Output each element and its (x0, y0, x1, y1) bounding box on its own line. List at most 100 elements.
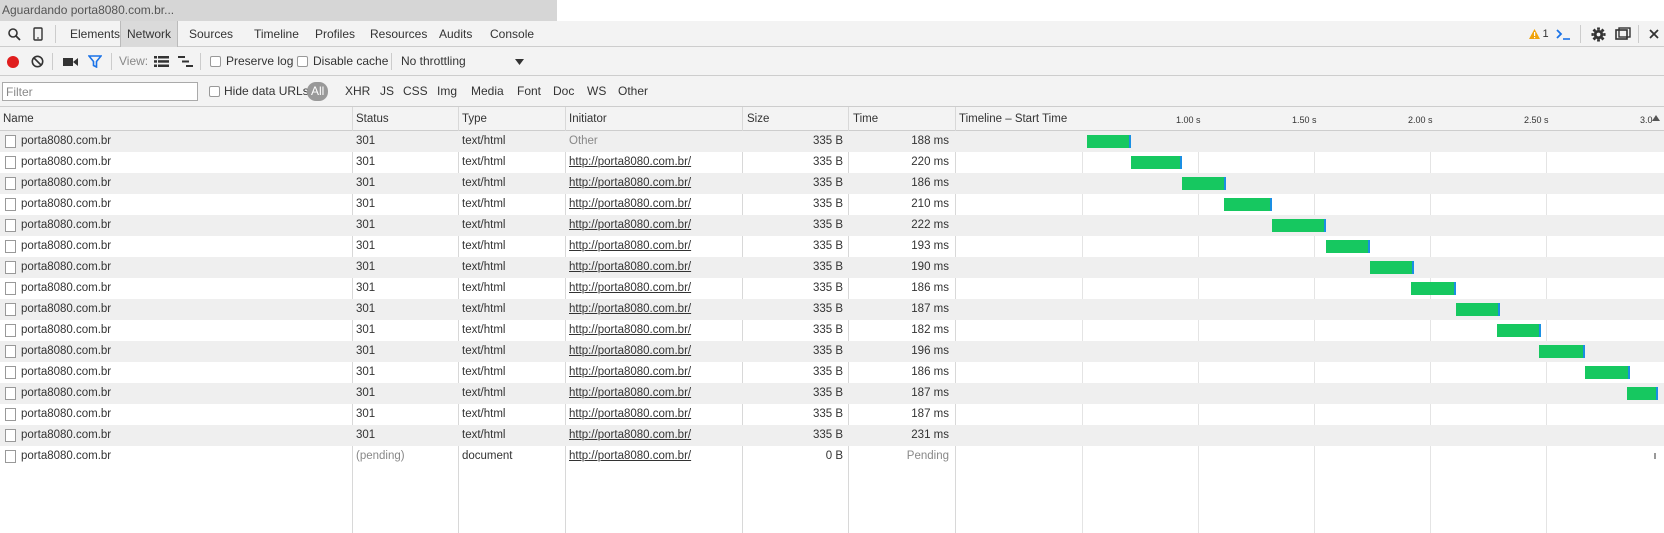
request-name: porta8080.com.br (21, 177, 112, 189)
initiator-link[interactable]: http://porta8080.com.br/ (569, 240, 691, 252)
column-header-initiator[interactable]: Initiator (566, 107, 607, 131)
hide-data-urls-checkbox[interactable] (209, 86, 220, 97)
capture-screenshots-camera-icon[interactable] (61, 47, 79, 76)
initiator-link[interactable]: http://porta8080.com.br/ (569, 177, 691, 189)
large-rows-list-icon[interactable] (152, 47, 170, 76)
filter-type-js[interactable]: JS (380, 76, 394, 107)
timeline-bar[interactable] (1497, 324, 1542, 337)
request-row[interactable]: porta8080.com.br 301 text/html http://porta… (0, 404, 1664, 425)
request-row[interactable]: porta8080.com.br 301 text/html http://porta… (0, 299, 1664, 320)
timeline-bar[interactable] (1130, 156, 1182, 169)
warning-indicator[interactable]: 1 (1528, 21, 1550, 47)
request-row[interactable]: porta8080.com.br 301 text/html http://porta… (0, 383, 1664, 404)
initiator-link[interactable]: http://porta8080.com.br/ (569, 156, 691, 168)
timeline-bar[interactable] (1369, 261, 1414, 274)
initiator-link[interactable]: http://porta8080.com.br/ (569, 429, 691, 441)
settings-gear-icon[interactable] (1587, 21, 1609, 47)
request-row[interactable]: porta8080.com.br 301 text/html http://porta… (0, 215, 1664, 236)
filter-type-xhr[interactable]: XHR (345, 76, 370, 107)
request-row[interactable]: porta8080.com.br 301 text/html http://porta… (0, 278, 1664, 299)
clear-icon[interactable] (28, 47, 46, 76)
tab-sources[interactable]: Sources (183, 21, 239, 47)
initiator-link[interactable]: http://porta8080.com.br/ (569, 198, 691, 210)
tab-profiles[interactable]: Profiles (309, 21, 361, 47)
close-icon[interactable] (1646, 21, 1662, 47)
filter-type-ws[interactable]: WS (587, 76, 606, 107)
document-icon (5, 345, 16, 358)
timeline-bar[interactable] (1455, 303, 1500, 316)
request-row[interactable]: porta8080.com.br 301 text/html http://porta… (0, 152, 1664, 173)
initiator-link[interactable]: http://porta8080.com.br/ (569, 303, 691, 315)
tab-console[interactable]: Console (484, 21, 540, 47)
initiator-link[interactable]: http://porta8080.com.br/ (569, 345, 691, 357)
filter-type-font[interactable]: Font (517, 76, 541, 107)
request-row[interactable]: porta8080.com.br 301 text/html http://porta… (0, 320, 1664, 341)
initiator-link[interactable]: http://porta8080.com.br/ (569, 408, 691, 420)
document-icon (5, 156, 16, 169)
column-header-type[interactable]: Type (459, 107, 487, 131)
request-row[interactable]: porta8080.com.br 301 text/html http://porta… (0, 425, 1664, 446)
request-row[interactable]: porta8080.com.br 301 text/html Other 335 B 18… (0, 131, 1664, 152)
tab-timeline[interactable]: Timeline (248, 21, 305, 47)
column-header-timeline[interactable]: Timeline – Start Time (956, 107, 1067, 131)
timeline-bar[interactable] (1223, 198, 1273, 211)
filter-type-doc[interactable]: Doc (553, 76, 574, 107)
column-header-time[interactable]: Time (850, 107, 878, 131)
request-type: text/html (462, 219, 506, 231)
filter-type-img[interactable]: Img (437, 76, 457, 107)
sort-ascending-icon[interactable] (1652, 115, 1660, 121)
chevron-down-icon[interactable] (513, 47, 525, 76)
timeline-bar[interactable] (1411, 282, 1456, 295)
request-row[interactable]: porta8080.com.br (pending) document http://… (0, 446, 1664, 467)
timeline-bar[interactable] (1539, 345, 1586, 358)
request-type: text/html (462, 345, 506, 357)
filter-funnel-icon[interactable] (86, 47, 104, 76)
console-drawer-icon[interactable] (1553, 21, 1573, 47)
filter-type-css[interactable]: CSS (403, 76, 428, 107)
request-status: 301 (356, 303, 376, 315)
tab-resources[interactable]: Resources (364, 21, 433, 47)
request-type: text/html (462, 324, 506, 336)
tab-audits[interactable]: Audits (433, 21, 478, 47)
filter-input[interactable] (2, 82, 198, 101)
overview-waterfall-icon[interactable] (176, 47, 194, 76)
request-row[interactable]: porta8080.com.br 301 text/html http://porta… (0, 257, 1664, 278)
tab-elements[interactable]: Elements (64, 21, 126, 47)
device-mode-icon[interactable] (28, 21, 48, 47)
preserve-log-checkbox[interactable] (210, 56, 221, 67)
timeline-bar[interactable] (1272, 219, 1326, 232)
request-row[interactable]: porta8080.com.br 301 text/html http://porta… (0, 194, 1664, 215)
initiator-link[interactable]: http://porta8080.com.br/ (569, 366, 691, 378)
preserve-log-label: Preserve log (226, 54, 294, 68)
timeline-bar[interactable] (1325, 240, 1370, 253)
initiator-link[interactable]: http://porta8080.com.br/ (569, 219, 691, 231)
throttling-select[interactable]: No throttling (401, 47, 529, 76)
timeline-bar[interactable] (1181, 177, 1226, 190)
inspect-search-icon[interactable] (4, 21, 24, 47)
timeline-bar[interactable] (1086, 135, 1131, 148)
initiator-link[interactable]: http://porta8080.com.br/ (569, 387, 691, 399)
filter-type-media[interactable]: Media (471, 76, 504, 107)
column-header-size[interactable]: Size (744, 107, 769, 131)
timeline-bar[interactable] (1585, 366, 1630, 379)
record-button-icon[interactable] (4, 47, 22, 76)
request-row[interactable]: porta8080.com.br 301 text/html http://porta… (0, 173, 1664, 194)
filter-type-all[interactable]: All (307, 82, 329, 101)
initiator-link[interactable]: http://porta8080.com.br/ (569, 324, 691, 336)
filter-type-other[interactable]: Other (618, 76, 648, 107)
request-row[interactable]: porta8080.com.br 301 text/html http://porta… (0, 362, 1664, 383)
timeline-bar[interactable] (1627, 387, 1658, 400)
timeline-tick: 3.0 (1640, 115, 1653, 125)
request-initiator: http://porta8080.com.br/ (569, 383, 739, 404)
initiator-link[interactable]: http://porta8080.com.br/ (569, 450, 691, 462)
column-header-name[interactable]: Name (0, 107, 34, 131)
request-row[interactable]: porta8080.com.br 301 text/html http://porta… (0, 236, 1664, 257)
request-row[interactable]: porta8080.com.br 301 text/html http://porta… (0, 341, 1664, 362)
initiator-link[interactable]: http://porta8080.com.br/ (569, 282, 691, 294)
tab-network[interactable]: Network (120, 21, 179, 47)
initiator-link[interactable]: http://porta8080.com.br/ (569, 261, 691, 273)
dock-side-icon[interactable] (1612, 21, 1634, 47)
divider (55, 25, 56, 43)
column-header-status[interactable]: Status (353, 107, 389, 131)
disable-cache-checkbox[interactable] (297, 56, 308, 67)
